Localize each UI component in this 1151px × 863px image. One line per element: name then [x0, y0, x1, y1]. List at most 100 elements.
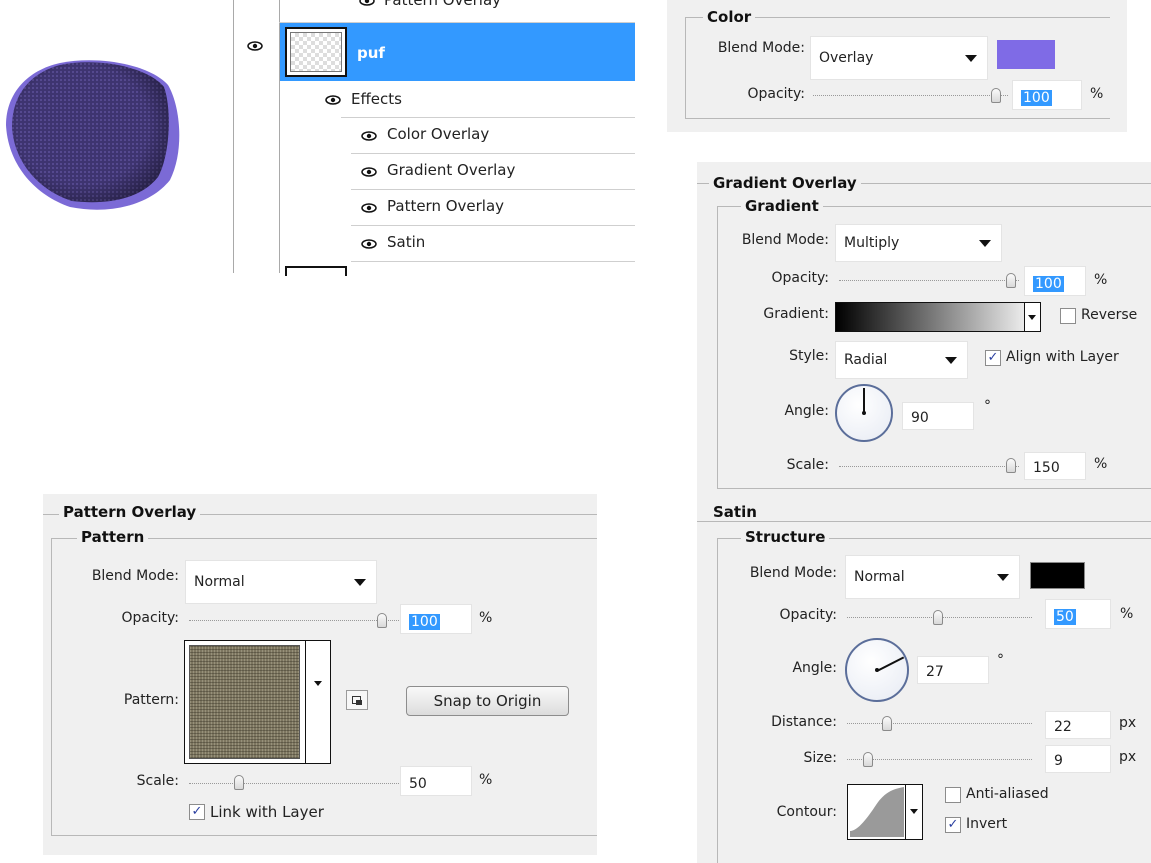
style-select[interactable]: Radial: [835, 341, 968, 379]
chevron-down-icon: [1028, 315, 1036, 320]
contour-label: Contour:: [776, 804, 837, 820]
gradient-scale-input[interactable]: 150: [1024, 452, 1086, 480]
distance-slider-thumb[interactable]: [882, 716, 892, 731]
pattern-overlay-panel: Pattern Overlay Pattern Blend Mode: Norm…: [43, 494, 597, 855]
size-slider-track[interactable]: [847, 759, 1032, 761]
layer-thumbnail[interactable]: [285, 27, 347, 77]
scale-slider-thumb[interactable]: [234, 775, 244, 790]
style-label: Style:: [789, 348, 829, 364]
anti-aliased-checkbox[interactable]: [945, 787, 961, 803]
angle-hand: [876, 656, 905, 672]
align-with-layer-label: Align with Layer: [1006, 349, 1119, 365]
effect-satin[interactable]: Satin: [387, 233, 425, 251]
blend-mode-value: Normal: [194, 574, 245, 590]
gradient-angle-dial[interactable]: [835, 384, 893, 442]
pattern-label: Pattern:: [123, 692, 179, 708]
satin-color-swatch[interactable]: [1030, 562, 1085, 589]
reverse-checkbox[interactable]: [1060, 308, 1076, 324]
size-slider-thumb[interactable]: [863, 752, 873, 767]
gradient-satin-panel: Gradient Overlay Gradient Blend Mode: Mu…: [697, 162, 1151, 863]
pattern-group-title: Pattern: [77, 528, 149, 546]
opacity-slider-thumb[interactable]: [377, 613, 387, 628]
gradient-dropdown-arrow[interactable]: [1024, 303, 1040, 331]
overlay-color-swatch[interactable]: [997, 40, 1055, 69]
opacity-percent: %: [1090, 86, 1104, 102]
link-with-layer-label: Link with Layer: [210, 803, 324, 821]
layer-effect-pattern-overlay-partial[interactable]: Pattern Overlay: [384, 0, 501, 9]
effect-gradient-overlay[interactable]: Gradient Overlay: [387, 161, 515, 179]
degree-symbol: °: [984, 398, 991, 414]
gradient-overlay-title: Gradient Overlay: [709, 174, 861, 192]
blend-mode-label: Blend Mode:: [741, 232, 829, 248]
blend-mode-label: Blend Mode:: [91, 568, 179, 584]
pattern-swatch: [189, 645, 300, 759]
blend-mode-label: Blend Mode:: [717, 40, 805, 56]
link-with-layer-checkbox[interactable]: ✓: [189, 804, 205, 820]
satin-angle-input[interactable]: 27: [917, 656, 989, 684]
style-value: Radial: [844, 352, 888, 368]
gradient-group-title: Gradient: [741, 197, 823, 215]
layers-panel: Pattern Overlay puf Effects Color Overla…: [233, 0, 635, 276]
opacity-slider-track[interactable]: [813, 95, 1008, 97]
distance-slider-track[interactable]: [847, 723, 1032, 725]
eye-icon[interactable]: [359, 0, 375, 6]
chevron-down-icon: [965, 55, 977, 62]
new-preset-icon[interactable]: [346, 690, 368, 710]
distance-input[interactable]: 22: [1045, 711, 1111, 739]
structure-group-title: Structure: [741, 528, 830, 546]
eye-icon[interactable]: [247, 41, 263, 51]
blend-mode-label: Blend Mode:: [749, 565, 837, 581]
gradient-angle-input[interactable]: 90: [902, 402, 974, 430]
snap-to-origin-button[interactable]: Snap to Origin: [406, 686, 569, 716]
satin-angle-dial[interactable]: [845, 638, 909, 702]
scale-label: Scale:: [786, 457, 829, 473]
pattern-blend-mode-select[interactable]: Normal: [185, 560, 377, 604]
opacity-input[interactable]: 100: [1012, 80, 1082, 110]
invert-label: Invert: [966, 816, 1008, 832]
distance-unit: px: [1119, 715, 1137, 731]
eye-icon[interactable]: [361, 239, 377, 249]
effect-pattern-overlay[interactable]: Pattern Overlay: [387, 197, 504, 215]
next-layer-thumbnail[interactable]: [285, 266, 347, 276]
opacity-slider-track[interactable]: [839, 280, 1019, 282]
align-with-layer-checkbox[interactable]: ✓: [985, 350, 1001, 366]
opacity-slider-thumb[interactable]: [991, 88, 1001, 103]
size-input[interactable]: 9: [1045, 745, 1111, 773]
scale-label: Scale:: [136, 773, 179, 789]
gradient-opacity-input[interactable]: 100: [1024, 266, 1086, 296]
angle-label: Angle:: [792, 660, 837, 676]
effect-color-overlay[interactable]: Color Overlay: [387, 125, 489, 143]
color-overlay-panel: Color Blend Mode: Overlay Opacity: 100 %: [667, 0, 1127, 132]
eye-icon[interactable]: [361, 167, 377, 177]
opacity-slider-thumb[interactable]: [933, 610, 943, 625]
size-unit: px: [1119, 749, 1137, 765]
pattern-picker[interactable]: [184, 640, 331, 764]
opacity-slider-track[interactable]: [189, 620, 399, 622]
angle-label: Angle:: [784, 403, 829, 419]
satin-opacity-input[interactable]: 50: [1045, 599, 1111, 629]
invert-checkbox[interactable]: ✓: [945, 817, 961, 833]
scale-slider-track[interactable]: [189, 783, 399, 785]
chevron-down-icon: [945, 357, 957, 364]
chevron-down-icon: [997, 574, 1009, 581]
pattern-overlay-title: Pattern Overlay: [59, 503, 201, 521]
blend-mode-value: Normal: [854, 569, 905, 585]
blend-mode-value: Overlay: [819, 50, 874, 66]
satin-blend-mode-select[interactable]: Normal: [845, 555, 1020, 599]
gradient-blend-mode-select[interactable]: Multiply: [835, 224, 1002, 262]
gradient-label: Gradient:: [763, 306, 829, 322]
effects-label[interactable]: Effects: [351, 90, 402, 108]
opacity-slider-thumb[interactable]: [1006, 273, 1016, 288]
eye-icon[interactable]: [361, 131, 377, 141]
scale-slider-thumb[interactable]: [1006, 458, 1016, 473]
pattern-opacity-input[interactable]: 100: [400, 604, 472, 634]
layer-name[interactable]: puf: [357, 44, 385, 62]
opacity-label: Opacity:: [747, 86, 805, 102]
scale-slider-track[interactable]: [839, 466, 1019, 468]
gradient-preview[interactable]: [835, 302, 1041, 332]
blend-mode-select[interactable]: Overlay: [810, 36, 988, 80]
eye-icon[interactable]: [361, 203, 377, 213]
contour-picker[interactable]: [847, 784, 923, 840]
eye-icon[interactable]: [325, 95, 341, 105]
pattern-scale-input[interactable]: 50: [400, 766, 472, 796]
